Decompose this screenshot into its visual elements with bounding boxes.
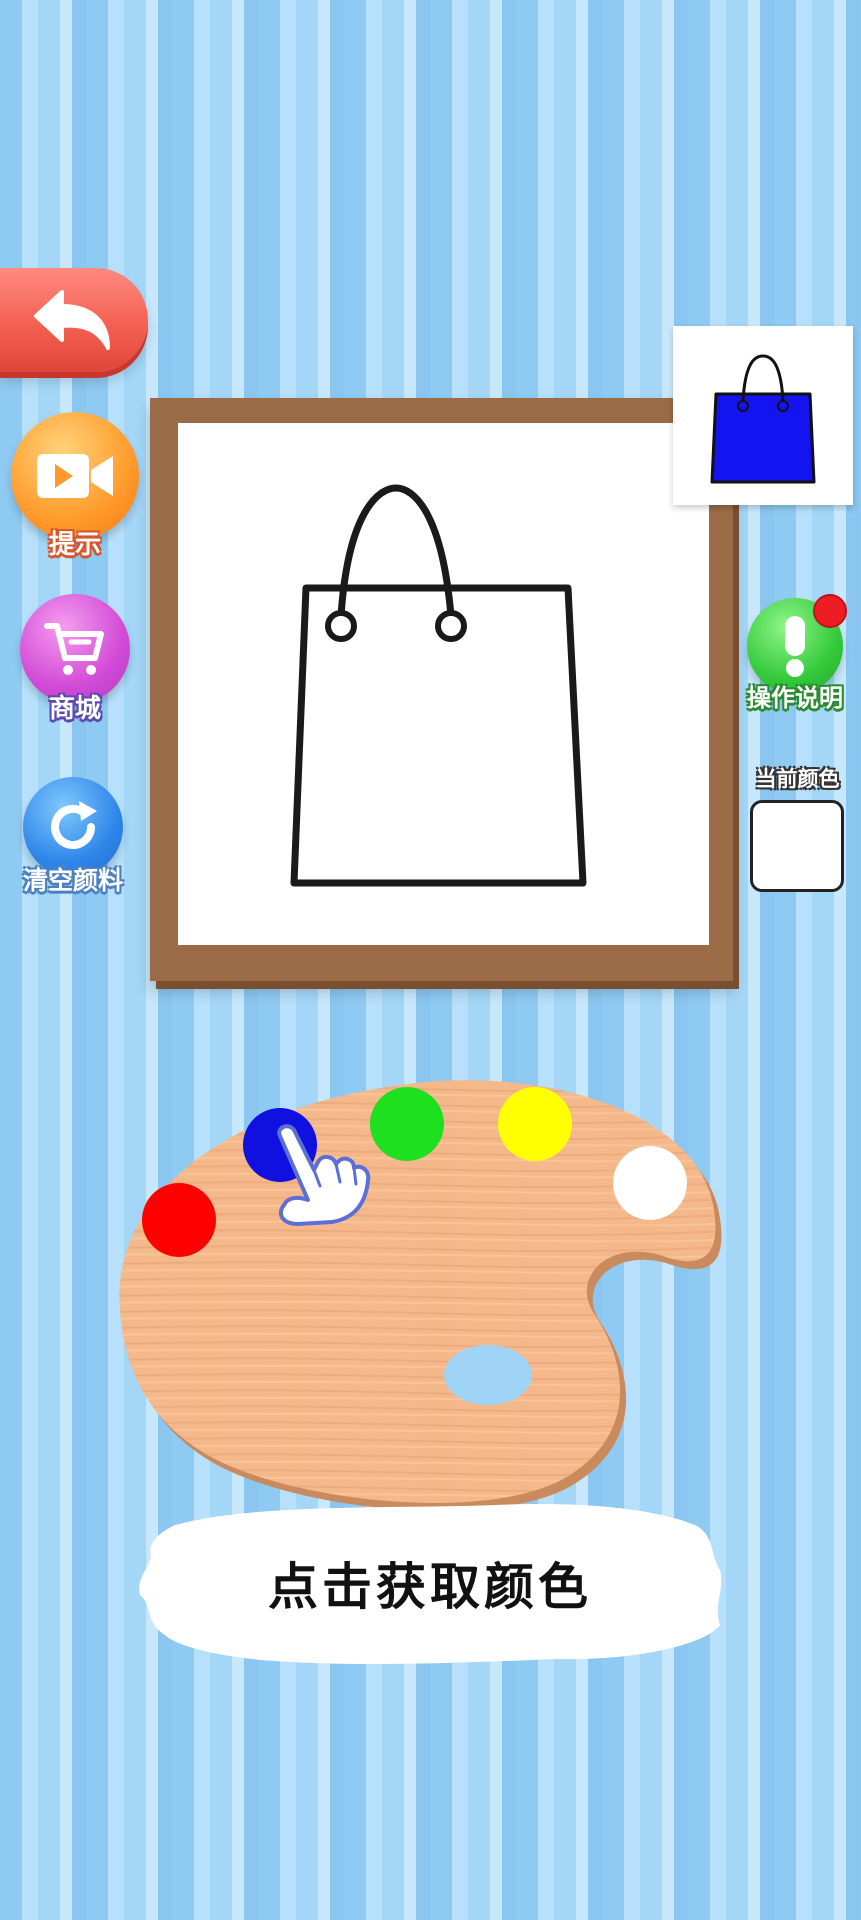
help-button[interactable]: 操作说明	[730, 594, 860, 713]
drawing-canvas[interactable]	[178, 423, 709, 945]
palette-color-white[interactable]	[613, 1146, 687, 1220]
instruction-text: 点击获取颜色	[268, 1557, 592, 1616]
palette-color-green[interactable]	[370, 1087, 444, 1161]
instruction-banner: 点击获取颜色	[135, 1495, 725, 1670]
current-color-swatch	[750, 800, 844, 892]
hint-button-circle	[11, 412, 139, 540]
back-arrow-icon	[34, 290, 110, 350]
back-button[interactable]	[0, 268, 148, 372]
video-camera-icon	[37, 454, 113, 498]
help-label: 操作说明	[747, 684, 843, 712]
clear-paint-button[interactable]: 清空颜料	[8, 777, 138, 897]
shopping-cart-icon	[44, 623, 104, 675]
shop-label: 商城	[48, 694, 101, 724]
notification-dot	[813, 594, 847, 628]
reference-image	[673, 326, 853, 505]
palette-color-yellow[interactable]	[498, 1087, 572, 1161]
hint-label: 提示	[48, 530, 101, 560]
shop-button[interactable]: 商城	[10, 594, 140, 725]
exclamation-icon	[785, 616, 805, 677]
picture-frame	[150, 398, 733, 981]
hint-button[interactable]: 提示	[10, 412, 140, 561]
current-color-label: 当前颜色	[755, 767, 840, 791]
clear-paint-label: 清空颜料	[22, 866, 123, 895]
refresh-icon	[51, 801, 97, 849]
shopping-bag-outline[interactable]	[178, 423, 709, 945]
bag-reference-icon	[710, 354, 816, 484]
palette-color-red[interactable]	[142, 1183, 216, 1257]
hand-pointer-icon	[277, 1124, 371, 1226]
